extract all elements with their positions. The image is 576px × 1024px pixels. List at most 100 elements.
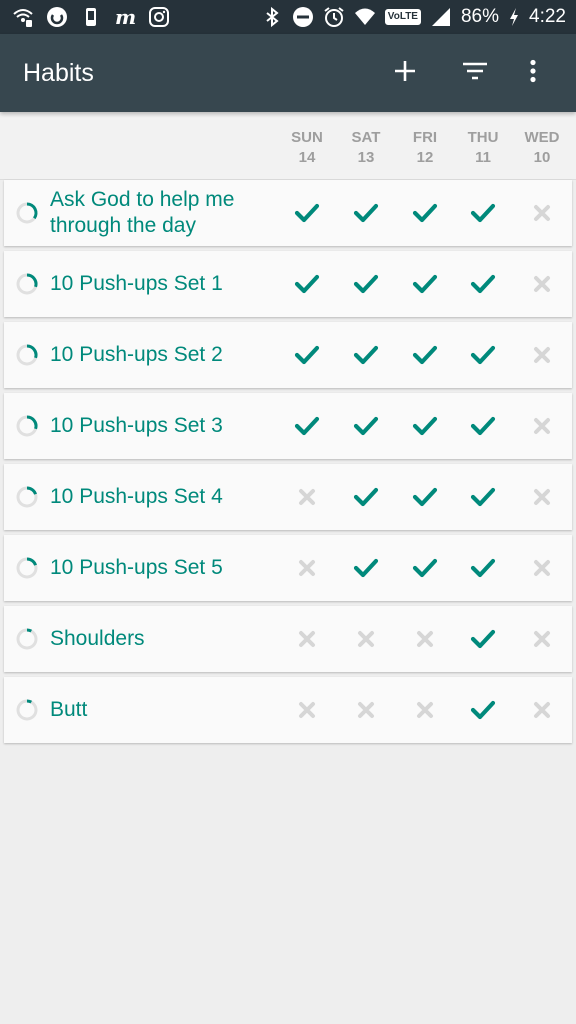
habit-name[interactable]: Shoulders [50,626,280,652]
habit-row[interactable]: 10 Push-ups Set 5 [4,535,572,601]
habit-score-ring-icon [16,557,38,579]
habit-name[interactable]: Ask God to help me through the day [50,187,280,239]
add-icon [393,59,417,88]
more-options-button[interactable] [512,52,554,94]
habit-row[interactable]: 10 Push-ups Set 2 [4,322,572,388]
habit-name[interactable]: 10 Push-ups Set 1 [50,271,280,297]
habit-row[interactable]: Butt [4,677,572,743]
check-icon[interactable] [352,483,380,511]
check-icon[interactable] [469,270,497,298]
check-icon[interactable] [469,625,497,653]
cross-icon[interactable] [352,625,380,653]
dnd-icon [292,6,314,28]
habit-name[interactable]: 10 Push-ups Set 2 [50,342,280,368]
day-column-thu: THU 11 [458,128,508,168]
check-icon[interactable] [293,270,321,298]
cross-icon[interactable] [293,625,321,653]
cross-icon[interactable] [528,412,556,440]
check-icon[interactable] [293,199,321,227]
cross-icon[interactable] [528,199,556,227]
cross-icon[interactable] [528,554,556,582]
habit-row[interactable]: 10 Push-ups Set 3 [4,393,572,459]
app-bar: Habits [0,34,576,112]
check-icon[interactable] [411,199,439,227]
check-icon[interactable] [293,341,321,369]
day-header: SUN 14 SAT 13 FRI 12 THU 11 WED 10 [0,112,576,180]
day-date: 10 [533,149,551,166]
check-icon[interactable] [411,341,439,369]
cross-icon[interactable] [528,341,556,369]
check-icon[interactable] [352,554,380,582]
day-date: 13 [357,149,375,166]
volte-icon: VoLTE [384,9,421,25]
cross-icon[interactable] [528,696,556,724]
svg-text:m: m [115,6,136,28]
check-icon[interactable] [352,412,380,440]
habit-row[interactable]: Ask God to help me through the day [4,180,572,246]
check-icon[interactable] [469,696,497,724]
cross-icon[interactable] [352,696,380,724]
cross-icon[interactable] [293,483,321,511]
habit-score-ring-icon [16,486,38,508]
alarm-icon [323,6,345,28]
habit-row[interactable]: Shoulders [4,606,572,672]
habit-name[interactable]: Butt [50,697,280,723]
check-icon[interactable] [469,341,497,369]
status-left-icons: m [12,6,170,28]
messenger-icon [46,6,68,28]
cross-icon[interactable] [411,625,439,653]
habit-score-ring-icon [16,202,38,224]
habit-list: Ask God to help me through the day 10 Pus… [4,180,572,743]
habit-row[interactable]: 10 Push-ups Set 4 [4,464,572,530]
app-actions [356,52,554,94]
filter-button[interactable] [454,52,496,94]
wifi-icon [354,6,376,28]
day-name: WED [524,129,560,146]
check-icon[interactable] [293,412,321,440]
habit-row[interactable]: 10 Push-ups Set 1 [4,251,572,317]
cross-icon[interactable] [528,483,556,511]
check-icon[interactable] [469,412,497,440]
check-icon[interactable] [352,199,380,227]
check-icon[interactable] [352,341,380,369]
habit-score-ring-icon [16,415,38,437]
day-name: SAT [351,129,381,146]
add-habit-button[interactable] [384,52,426,94]
m-app-icon: m [114,6,136,28]
charging-icon [508,6,520,28]
cross-icon[interactable] [528,270,556,298]
cross-icon[interactable] [528,625,556,653]
check-icon[interactable] [469,199,497,227]
day-column-fri: FRI 12 [400,128,450,168]
check-icon[interactable] [411,554,439,582]
day-date: 14 [298,149,316,166]
habit-score-ring-icon [16,273,38,295]
signal-icon [430,6,452,28]
cross-icon[interactable] [293,554,321,582]
cross-icon[interactable] [411,696,439,724]
day-name: FRI [412,129,438,146]
habit-score-ring-icon [16,628,38,650]
day-name: THU [467,129,499,146]
day-column-wed: WED 10 [517,128,567,168]
habit-score-ring-icon [16,699,38,721]
habit-score-ring-icon [16,344,38,366]
status-right-icons: VoLTE 86% 4:22 [261,6,566,28]
check-icon[interactable] [411,412,439,440]
instagram-icon [148,6,170,28]
check-icon[interactable] [469,554,497,582]
phone-icon [80,6,102,28]
check-icon[interactable] [411,270,439,298]
check-icon[interactable] [411,483,439,511]
habit-name[interactable]: 10 Push-ups Set 5 [50,555,280,581]
habit-name[interactable]: 10 Push-ups Set 4 [50,484,280,510]
day-name: SUN [291,129,323,146]
check-icon[interactable] [352,270,380,298]
check-icon[interactable] [469,483,497,511]
clock: 4:22 [529,6,566,27]
status-bar: m VoLTE 86% 4:22 [0,0,576,34]
day-column-sun: SUN 14 [282,128,332,168]
more-icon [529,59,537,88]
habit-name[interactable]: 10 Push-ups Set 3 [50,413,280,439]
cross-icon[interactable] [293,696,321,724]
